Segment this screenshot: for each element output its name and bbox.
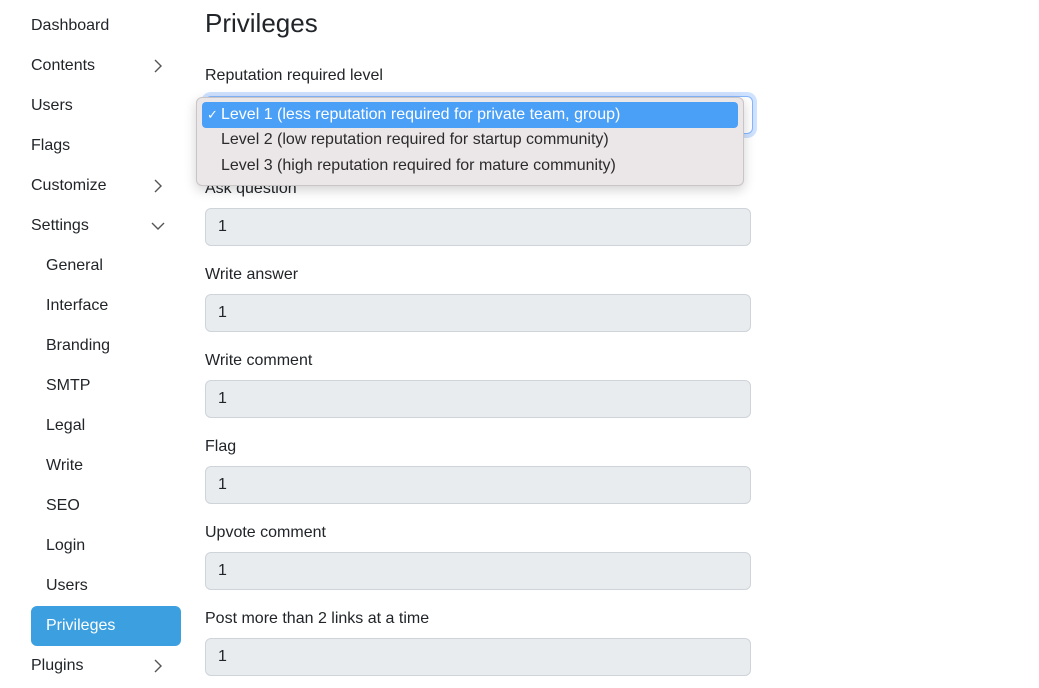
- label: Customize: [31, 177, 107, 194]
- label: Contents: [31, 57, 96, 74]
- dropdown-option-level-1[interactable]: ✓ Level 1 (less reputation required for p…: [202, 102, 738, 128]
- sidebar-item-customize[interactable]: Customize: [31, 166, 181, 206]
- checkmark-icon: ✓: [207, 106, 218, 122]
- sidebar-item-smtp[interactable]: SMTP: [31, 366, 181, 406]
- sidebar-item-dashboard[interactable]: Dashboard: [31, 6, 181, 46]
- write-comment-input[interactable]: 1: [205, 380, 751, 418]
- label: Users: [31, 97, 73, 114]
- label: Privileges: [46, 617, 116, 634]
- label: Interface: [46, 297, 109, 314]
- field-label: Write comment: [205, 352, 313, 369]
- sidebar-item-privileges[interactable]: Privileges: [31, 606, 181, 646]
- option-label: Level 1 (less reputation required for pr…: [221, 105, 621, 123]
- write-answer-input[interactable]: 1: [205, 294, 751, 332]
- sidebar-item-interface[interactable]: Interface: [31, 286, 181, 326]
- value: 1: [218, 648, 227, 665]
- field-label: Post more than 2 links at a time: [205, 610, 430, 627]
- option-label: Level 3 (high reputation required for ma…: [221, 156, 616, 174]
- sidebar-item-general[interactable]: General: [31, 246, 181, 286]
- value: 1: [218, 562, 227, 579]
- value: 1: [218, 304, 227, 321]
- label: Branding: [46, 337, 111, 354]
- label: Plugins: [31, 657, 84, 674]
- sidebar-item-settings[interactable]: Settings: [31, 206, 181, 246]
- upvote-comment-input[interactable]: 1: [205, 552, 751, 590]
- label: Flags: [31, 137, 71, 154]
- sidebar-item-seo[interactable]: SEO: [31, 486, 181, 526]
- label: Users: [46, 577, 88, 594]
- label: Write: [46, 457, 84, 474]
- label: Dashboard: [31, 17, 110, 34]
- label: Settings: [31, 217, 89, 234]
- reputation-label: Reputation required level: [205, 67, 383, 84]
- field-label: Write answer: [205, 266, 299, 283]
- reputation-dropdown-menu: ✓ Level 1 (less reputation required for p…: [196, 97, 744, 186]
- field-label: Flag: [205, 438, 237, 455]
- sidebar-item-settings-users[interactable]: Users: [31, 566, 181, 606]
- value: 1: [218, 218, 227, 235]
- flag-input[interactable]: 1: [205, 466, 751, 504]
- label: General: [46, 257, 103, 274]
- chevron-right-icon: [154, 659, 162, 673]
- label: Legal: [46, 417, 86, 434]
- sidebar-item-legal[interactable]: Legal: [31, 406, 181, 446]
- label: SEO: [46, 497, 80, 514]
- sidebar-item-login[interactable]: Login: [31, 526, 181, 566]
- sidebar-item-contents[interactable]: Contents: [31, 46, 181, 86]
- sidebar-item-flags[interactable]: Flags: [31, 126, 181, 166]
- sidebar-item-write[interactable]: Write: [31, 446, 181, 486]
- field-label: Upvote comment: [205, 524, 326, 541]
- dropdown-option-level-3[interactable]: Level 3 (high reputation required for ma…: [202, 153, 738, 179]
- label: SMTP: [46, 377, 91, 394]
- sidebar-item-plugins[interactable]: Plugins: [31, 646, 181, 686]
- option-label: Level 2 (low reputation required for sta…: [221, 131, 609, 149]
- value: 1: [218, 390, 227, 407]
- post-links-input[interactable]: 1: [205, 638, 751, 676]
- sidebar-item-branding[interactable]: Branding: [31, 326, 181, 366]
- dropdown-option-level-2[interactable]: Level 2 (low reputation required for sta…: [202, 128, 738, 154]
- chevron-down-icon: [151, 222, 165, 230]
- chevron-right-icon: [154, 179, 162, 193]
- page-title: Privileges: [205, 8, 318, 38]
- label: Login: [46, 537, 86, 554]
- sidebar-item-users[interactable]: Users: [31, 86, 181, 126]
- ask-question-input[interactable]: 1: [205, 208, 751, 246]
- chevron-right-icon: [154, 59, 162, 73]
- value: 1: [218, 476, 227, 493]
